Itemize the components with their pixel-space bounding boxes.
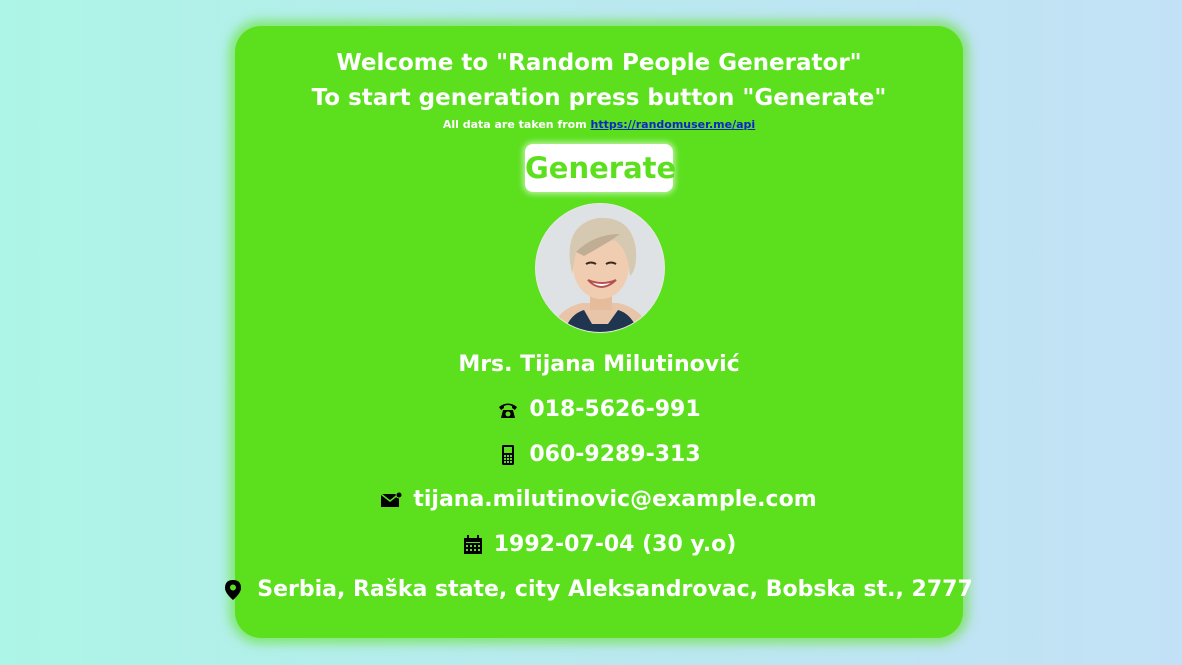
phone-row: 018-5626-991	[235, 397, 963, 422]
dob-row: 1992-07-04 (30 y.o)	[235, 532, 963, 557]
email-address: tijana.milutinovic@example.com	[413, 487, 817, 512]
person-name: Mrs. Tijana Milutinović	[458, 352, 740, 377]
date-of-birth: 1992-07-04 (30 y.o)	[493, 532, 737, 557]
phone-icon	[497, 399, 519, 421]
avatar	[535, 203, 665, 333]
phone-number: 018-5626-991	[529, 397, 701, 422]
cell-row: 060-9289-313	[235, 442, 963, 467]
source-prefix: All data are taken from	[442, 118, 591, 131]
mobile-icon	[497, 444, 519, 466]
address: Serbia, Raška state, city Aleksandrovac,…	[257, 577, 973, 602]
email-icon	[381, 489, 403, 511]
calendar-icon	[462, 534, 484, 556]
generate-button[interactable]: Generate	[525, 144, 676, 192]
api-link[interactable]: https://randomuser.me/api	[591, 118, 756, 131]
generator-card: Welcome to "Random People Generator" To …	[225, 26, 973, 638]
instruction-title: To start generation press button "Genera…	[311, 85, 887, 111]
email-row: tijana.milutinovic@example.com	[235, 487, 963, 512]
person-photo	[536, 204, 664, 332]
welcome-title: Welcome to "Random People Generator"	[336, 50, 862, 76]
cell-number: 060-9289-313	[529, 442, 701, 467]
location-row: Serbia, Raška state, city Aleksandrovac,…	[225, 577, 973, 602]
location-pin-icon	[225, 579, 242, 601]
data-source-note: All data are taken from https://randomus…	[235, 118, 963, 131]
